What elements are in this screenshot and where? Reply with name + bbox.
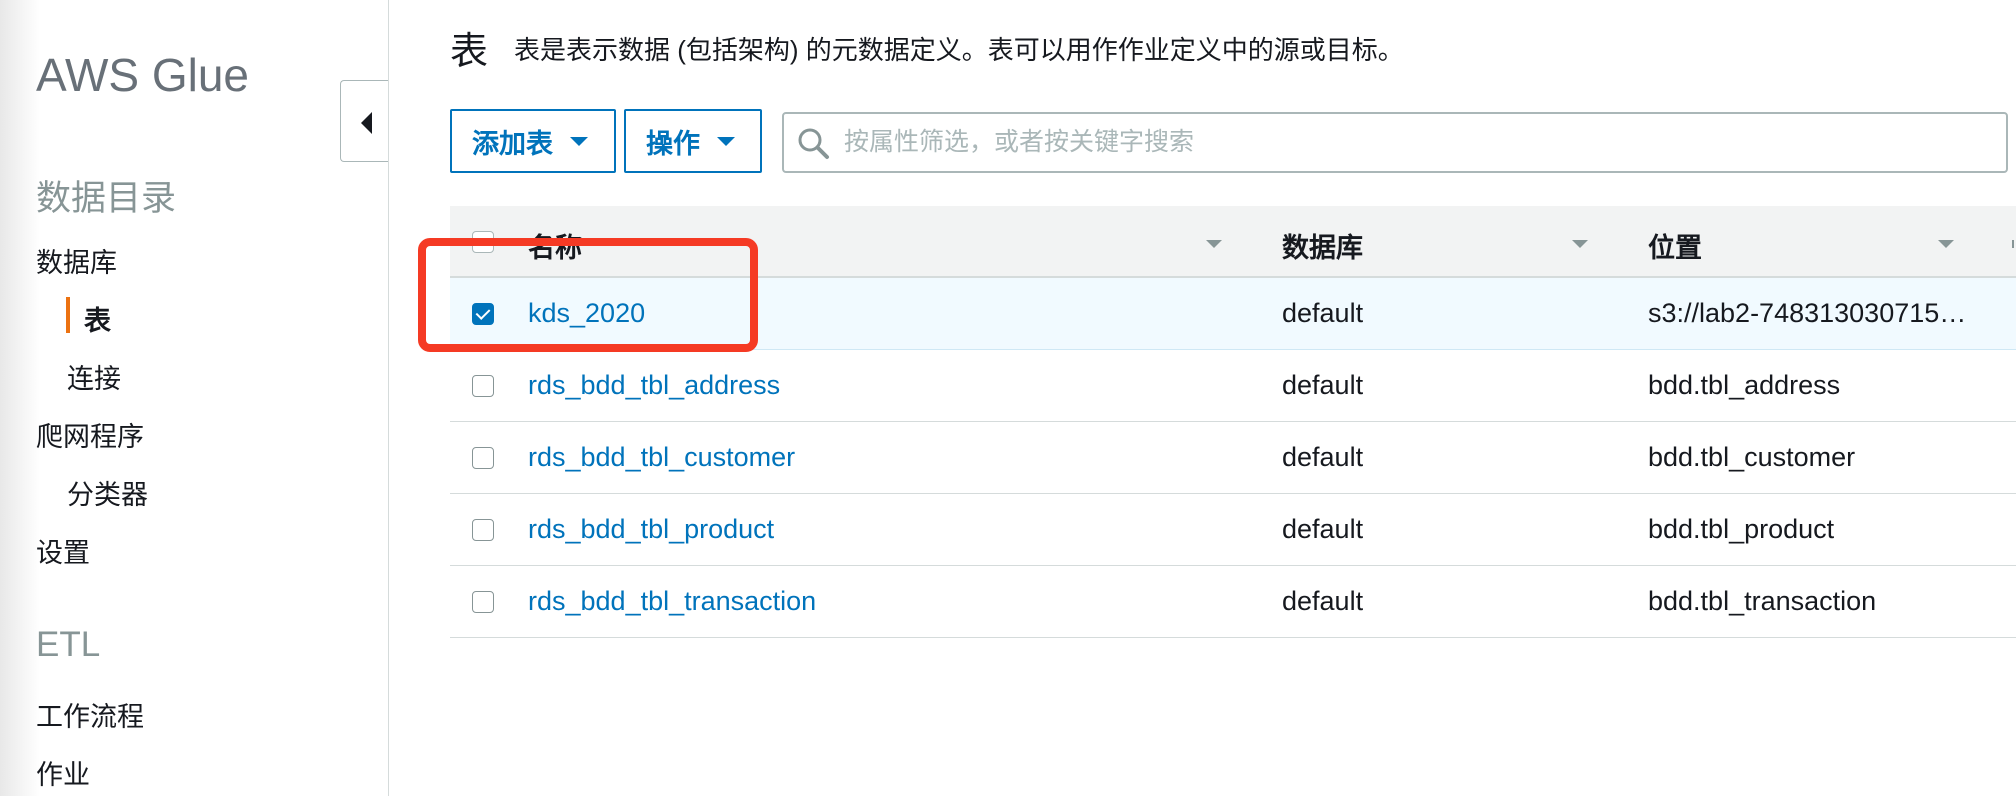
sidebar-item-connections[interactable]: 连接	[67, 357, 121, 396]
table-header: 名称 数据库 位置	[450, 206, 2016, 278]
column-header-name[interactable]: 名称	[528, 226, 582, 265]
sort-caret-icon[interactable]	[1938, 240, 1954, 248]
row-checkbox[interactable]	[472, 303, 494, 325]
active-indicator	[66, 297, 70, 333]
brand-title[interactable]: AWS Glue	[36, 48, 249, 102]
row-checkbox[interactable]	[472, 519, 494, 541]
sidebar-item-jobs[interactable]: 作业	[36, 753, 90, 792]
table-row[interactable]: rds_bdd_tbl_address default bdd.tbl_addr…	[450, 350, 2016, 422]
location-cell: bdd.tbl_customer	[1648, 442, 1856, 472]
column-header-database[interactable]: 数据库	[1282, 226, 1363, 265]
column-header-location[interactable]: 位置	[1648, 226, 1702, 265]
table-row[interactable]: kds_2020 default s3://lab2-748313030715…	[450, 278, 2016, 350]
table-name-link[interactable]: kds_2020	[528, 298, 645, 329]
search-input[interactable]	[844, 114, 1994, 171]
add-table-label: 添加表	[472, 128, 553, 159]
select-all-checkbox[interactable]	[472, 231, 494, 253]
table-row[interactable]: rds_bdd_tbl_customer default bdd.tbl_cus…	[450, 422, 2016, 494]
sidebar: AWS Glue 数据目录 数据库 表 连接 爬网程序 分类器 设置 ETL 工…	[0, 0, 389, 796]
actions-label: 操作	[646, 128, 700, 159]
sidebar-shade	[0, 0, 40, 796]
table-name-link[interactable]: rds_bdd_tbl_customer	[528, 442, 795, 473]
sidebar-item-settings[interactable]: 设置	[36, 531, 90, 570]
page-title: 表	[450, 31, 489, 73]
sort-caret-icon[interactable]	[1572, 240, 1588, 248]
location-cell: bdd.tbl_transaction	[1648, 586, 1877, 616]
sidebar-item-tables[interactable]: 表	[84, 299, 111, 338]
sidebar-item-databases[interactable]: 数据库	[36, 241, 117, 280]
database-cell: default	[1282, 586, 1364, 616]
add-table-button[interactable]: 添加表	[450, 109, 616, 173]
search-icon	[798, 128, 829, 159]
location-cell: bdd.tbl_address	[1648, 370, 1841, 400]
row-checkbox[interactable]	[472, 375, 494, 397]
sidebar-item-crawlers[interactable]: 爬网程序	[36, 415, 144, 454]
location-cell: s3://lab2-748313030715…	[1648, 298, 1967, 328]
database-cell: default	[1282, 514, 1364, 544]
page-description: 表是表示数据 (包括架构) 的元数据定义。表可以用作作业定义中的源或目标。	[514, 35, 1404, 65]
table-row[interactable]: rds_bdd_tbl_product default bdd.tbl_prod…	[450, 494, 2016, 566]
caret-left-icon	[361, 112, 372, 134]
section-title-data-catalog: 数据目录	[36, 179, 177, 218]
location-cell: bdd.tbl_product	[1648, 514, 1835, 544]
table-name-link[interactable]: rds_bdd_tbl_product	[528, 514, 774, 545]
sidebar-item-classifiers[interactable]: 分类器	[67, 473, 148, 512]
table-name-link[interactable]: rds_bdd_tbl_address	[528, 370, 780, 401]
column-resize-handle[interactable]	[2012, 240, 2014, 248]
actions-button[interactable]: 操作	[624, 109, 762, 173]
table-row[interactable]: rds_bdd_tbl_transaction default bdd.tbl_…	[450, 566, 2016, 638]
database-cell: default	[1282, 370, 1364, 400]
table-name-link[interactable]: rds_bdd_tbl_transaction	[528, 586, 816, 617]
sidebar-item-workflows[interactable]: 工作流程	[36, 695, 144, 734]
database-cell: default	[1282, 298, 1364, 328]
caret-down-icon	[570, 136, 588, 146]
row-checkbox[interactable]	[472, 591, 494, 613]
section-title-etl: ETL	[36, 625, 101, 664]
search-box[interactable]	[782, 112, 2008, 173]
sort-caret-icon[interactable]	[1206, 240, 1222, 248]
sidebar-collapse-button[interactable]	[340, 80, 388, 162]
caret-down-icon	[717, 136, 735, 146]
row-checkbox[interactable]	[472, 447, 494, 469]
database-cell: default	[1282, 442, 1364, 472]
